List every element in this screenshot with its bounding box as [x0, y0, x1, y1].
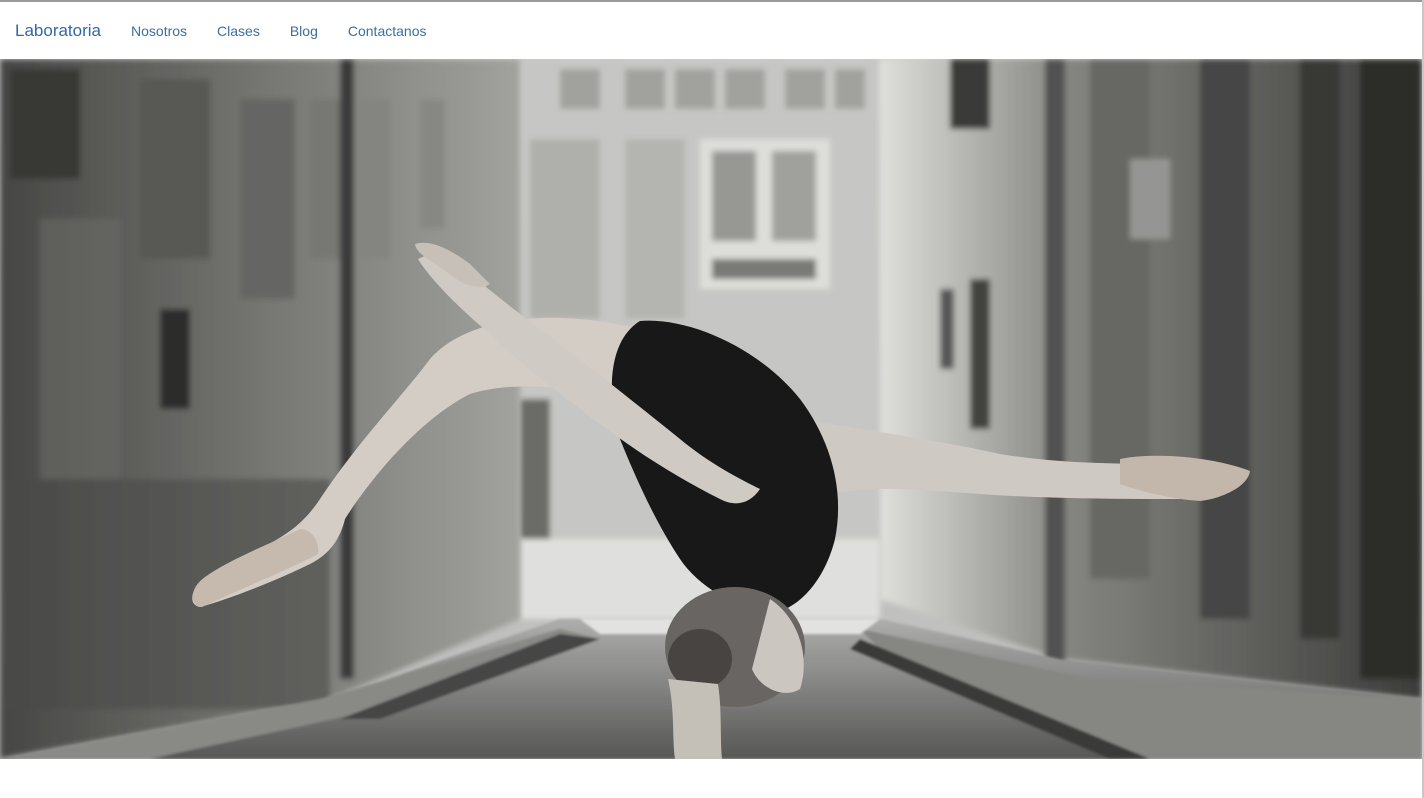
- nav-link-nosotros[interactable]: Nosotros: [131, 23, 187, 39]
- nav-link-contactanos[interactable]: Contactanos: [348, 23, 427, 39]
- nav-link-clases[interactable]: Clases: [217, 23, 260, 39]
- nav-menu: Nosotros Clases Blog Contactanos: [131, 21, 456, 41]
- page-content-area: [0, 759, 1422, 798]
- hero-banner: [0, 59, 1422, 759]
- nav-item-blog: Blog: [290, 21, 318, 41]
- nav-item-clases: Clases: [217, 21, 260, 41]
- brand-link[interactable]: Laboratoria: [15, 21, 101, 41]
- nav-link-blog[interactable]: Blog: [290, 23, 318, 39]
- page: Laboratoria Nosotros Clases Blog Contact…: [0, 0, 1424, 798]
- nav-item-contactanos: Contactanos: [348, 21, 427, 41]
- nav-item-nosotros: Nosotros: [131, 21, 187, 41]
- hero-image: [0, 59, 1422, 759]
- navbar: Laboratoria Nosotros Clases Blog Contact…: [0, 2, 1422, 59]
